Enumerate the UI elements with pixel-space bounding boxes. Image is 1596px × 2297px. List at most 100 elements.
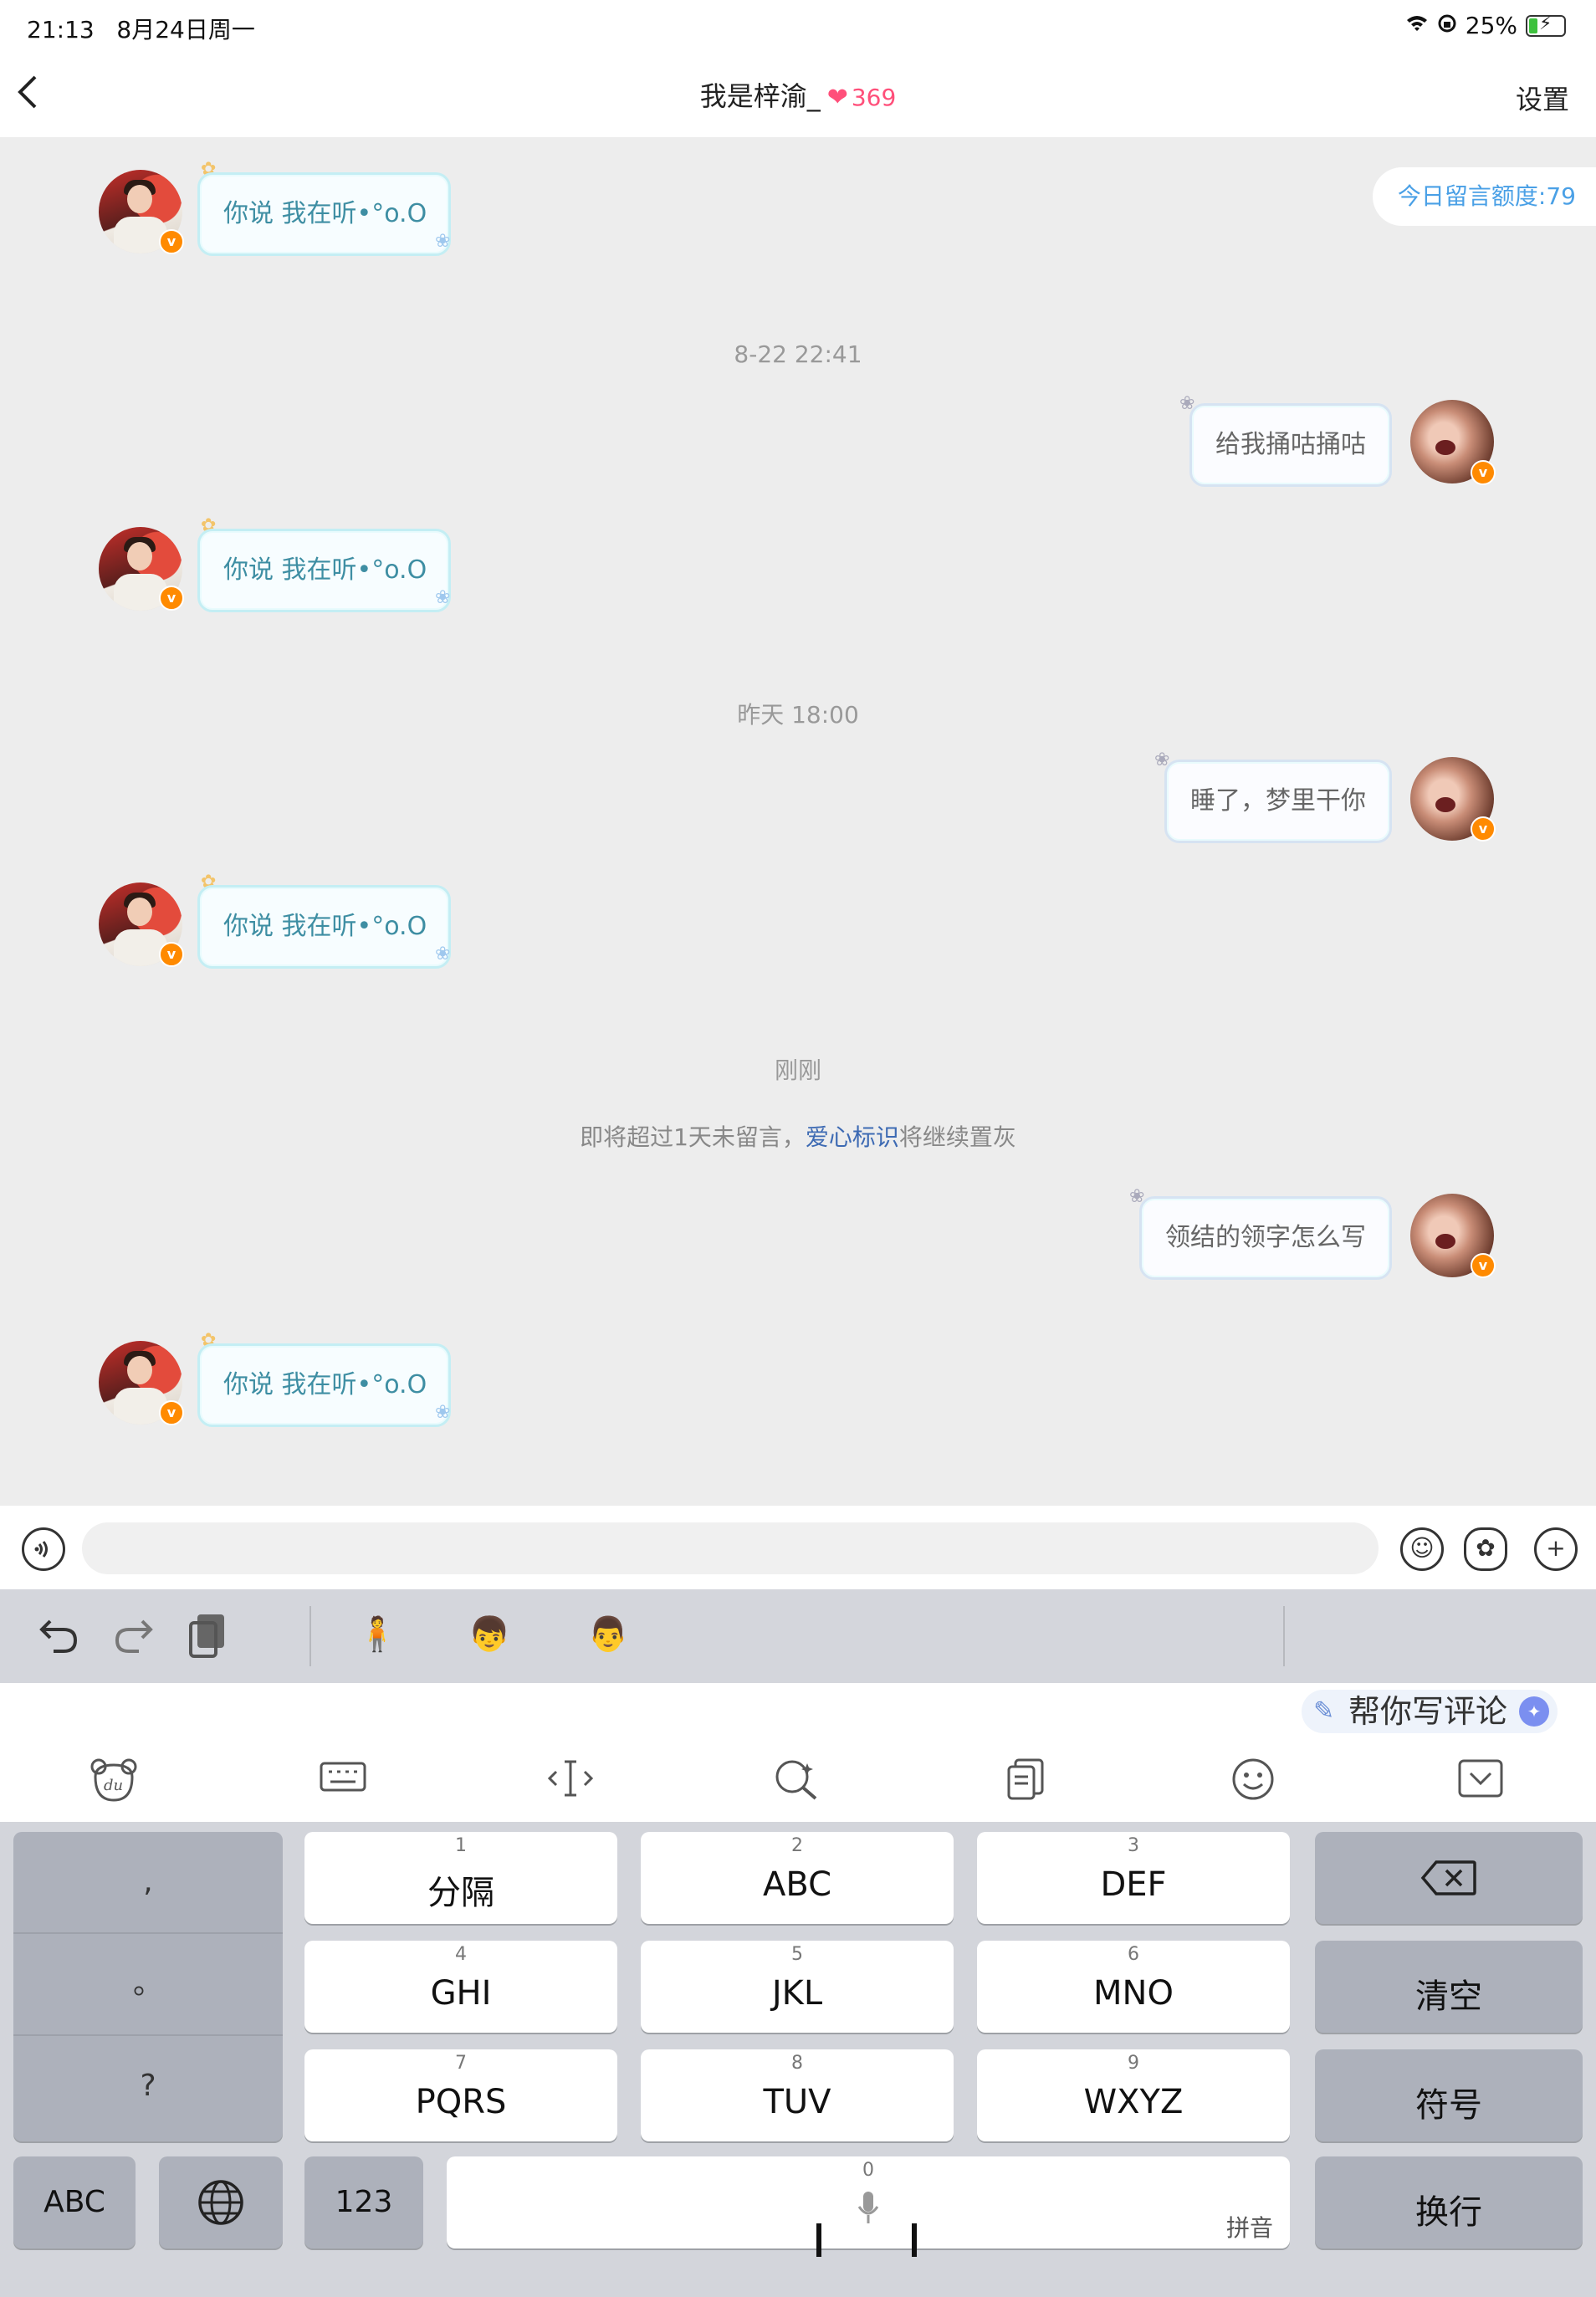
key-7[interactable]: 7 PQRS	[304, 2049, 617, 2141]
message-bubble-left: 你说 我在听•°o.O	[197, 529, 452, 612]
key-label: TUV	[763, 2083, 831, 2121]
cursor-marker	[816, 2223, 821, 2257]
key-label: ABC	[762, 1865, 832, 1904]
key-number: 7	[455, 2053, 467, 2074]
plus-icon[interactable]: +	[1534, 1527, 1578, 1571]
keyboard: , 。 ? 1 分隔 2 ABC 3 DEF 4 GHI 5 JKL 6 MNO 7 PQRS…	[0, 1822, 1596, 2297]
key-number: 2	[791, 1835, 803, 1856]
key-number: 8	[791, 2053, 803, 2074]
key-8[interactable]: 8 TUV	[641, 2049, 954, 2141]
verified-badge: v	[1471, 1253, 1496, 1278]
keyboard-switch-icon[interactable]	[316, 1758, 370, 1804]
sticker-icon[interactable]: ✿	[1464, 1527, 1507, 1571]
key-2[interactable]: 2 ABC	[641, 1832, 954, 1924]
key-3[interactable]: 3 DEF	[977, 1832, 1290, 1924]
notice-text-end: 将继续置灰	[898, 1123, 1016, 1151]
orientation-lock-icon	[1437, 12, 1457, 39]
verified-badge: v	[1471, 460, 1496, 485]
emoji-panel-icon[interactable]	[1226, 1757, 1280, 1811]
status-indicators: 25% ⚡	[1405, 12, 1566, 39]
message-input-bar: ☺ ✿ +	[0, 1506, 1596, 1589]
keyboard-tools-row: du	[0, 1742, 1596, 1822]
punct-key-comma[interactable]: ,	[13, 1832, 283, 1934]
heart-icon: ❤	[826, 83, 848, 112]
toolbar-divider	[309, 1606, 311, 1666]
key-label: GHI	[430, 1974, 492, 2013]
clear-key[interactable]: 清空	[1315, 1941, 1583, 2033]
heart-count: 369	[851, 84, 897, 111]
voice-input-icon[interactable]	[22, 1527, 65, 1571]
key-4[interactable]: 4 GHI	[304, 1941, 617, 2033]
emoji-icon[interactable]: ☺	[1400, 1527, 1444, 1571]
ai-write-comment-button[interactable]: ✎ 帮你写评论 ✦	[1301, 1690, 1558, 1733]
ai-write-label: 帮你写评论	[1348, 1693, 1507, 1730]
message-quota-badge: 今日留言额度:79	[1372, 167, 1596, 226]
cloud-decoration-icon: ❀	[435, 587, 451, 608]
return-key-label: 换行	[1415, 2193, 1482, 2232]
baidu-bear-icon[interactable]: du	[87, 1757, 141, 1813]
verified-badge: v	[159, 229, 184, 254]
battery-icon: ⚡	[1526, 13, 1566, 37]
undo-icon[interactable]	[37, 1613, 80, 1664]
clipboard-icon[interactable]	[186, 1611, 229, 1669]
message-input[interactable]	[82, 1522, 1379, 1574]
punctuation-column: , 。 ?	[13, 1832, 283, 2141]
cloud-decoration-icon: ❀	[435, 1402, 451, 1423]
toolbar-divider	[1283, 1606, 1285, 1666]
abc-key-label: ABC	[43, 2185, 105, 2219]
cursor-marker	[912, 2223, 917, 2257]
key-label: JKL	[771, 1974, 823, 2013]
abc-key[interactable]: ABC	[13, 2156, 136, 2248]
return-key[interactable]: 换行	[1315, 2156, 1583, 2248]
key-number: 4	[455, 1944, 467, 1965]
cursor-move-icon[interactable]	[544, 1757, 597, 1809]
verified-badge: v	[1471, 816, 1496, 842]
symbol-key[interactable]: 符号	[1315, 2049, 1583, 2141]
verified-badge: v	[159, 586, 184, 611]
key-9[interactable]: 9 WXYZ	[977, 2049, 1290, 2141]
key-1[interactable]: 1 分隔	[304, 1832, 617, 1924]
emoji-suggestion-child-icon[interactable]: 👦	[468, 1614, 510, 1654]
svg-text:du: du	[104, 1777, 123, 1794]
key-number: 3	[1128, 1835, 1139, 1856]
status-bar: 21:13 8月24日周一 25% ⚡	[0, 0, 1596, 54]
ai-suggestion-row: ✎ 帮你写评论 ✦	[0, 1683, 1596, 1742]
emoji-suggestion-person-icon[interactable]: 🧍	[356, 1614, 398, 1654]
hide-keyboard-icon[interactable]	[1454, 1758, 1507, 1808]
backspace-key[interactable]	[1315, 1832, 1583, 1924]
pinyin-hint: 拼音	[1225, 2214, 1273, 2242]
redo-icon[interactable]	[112, 1613, 156, 1664]
verified-badge: v	[159, 942, 184, 967]
key-number: 9	[1128, 2053, 1139, 2074]
number-key-label: 123	[335, 2185, 393, 2219]
smart-search-icon[interactable]	[770, 1757, 823, 1811]
wifi-icon	[1405, 14, 1429, 38]
space-key[interactable]: 0 拼音	[447, 2156, 1290, 2248]
battery-percent: 25%	[1465, 12, 1517, 39]
chat-title: 我是梓渝_ ❤ 369	[0, 75, 1596, 114]
settings-button[interactable]: 设置	[1516, 79, 1569, 117]
key-number: 6	[1128, 1944, 1139, 1965]
globe-icon	[198, 2180, 243, 2225]
message-bubble-left: 你说 我在听•°o.O	[197, 1343, 452, 1427]
key-6[interactable]: 6 MNO	[977, 1941, 1290, 2033]
clipboard-manager-icon[interactable]	[999, 1757, 1052, 1811]
number-mode-key[interactable]: 123	[304, 2156, 423, 2248]
message-bubble-right: 领结的领字怎么写	[1139, 1196, 1392, 1280]
heart-mark-link[interactable]: 爱心标识	[806, 1123, 899, 1151]
punct-key-period[interactable]: 。	[13, 1934, 283, 2036]
key-label: WXYZ	[1083, 2083, 1184, 2121]
emoji-suggestion-man-icon[interactable]: 👨	[587, 1614, 629, 1654]
punct-key-question[interactable]: ?	[13, 2036, 283, 2136]
language-switch-key[interactable]	[159, 2156, 283, 2248]
message-bubble-right: 给我捅咕捅咕	[1189, 403, 1392, 487]
message-bubble-left: 你说 我在听•°o.O	[197, 172, 452, 256]
notice-text-start: 即将超过1天未留言，	[580, 1123, 806, 1151]
message-bubble-left: 你说 我在听•°o.O	[197, 885, 452, 969]
key-number: 1	[455, 1835, 467, 1856]
verified-badge: v	[159, 1400, 184, 1425]
ai-sparkle-icon: ✦	[1519, 1696, 1549, 1727]
key-5[interactable]: 5 JKL	[641, 1941, 954, 2033]
microphone-icon	[857, 2192, 879, 2223]
timestamp: 8-22 22:41	[734, 340, 862, 368]
